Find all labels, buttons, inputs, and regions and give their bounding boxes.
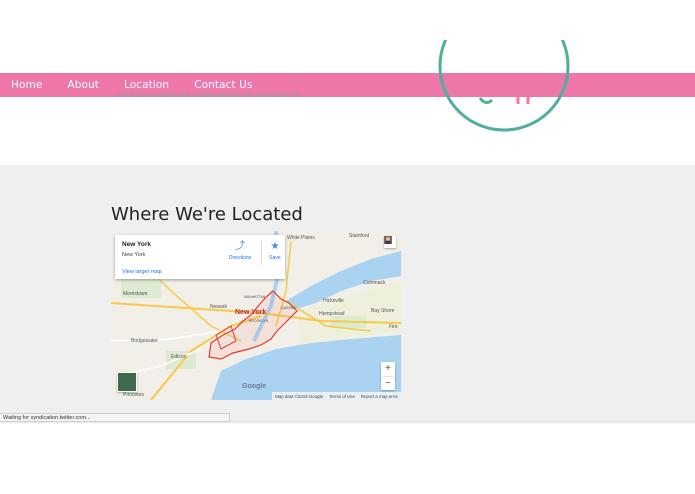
- map-label: Fire: [389, 324, 398, 330]
- fullscreen-button[interactable]: [384, 236, 396, 248]
- map-label: Bay Shore: [371, 308, 395, 314]
- map-label: MANHATTAN: [244, 295, 266, 299]
- star-icon: ★: [270, 241, 280, 252]
- section-title: Where We're Located: [111, 204, 303, 225]
- map-label: Hicksville: [323, 298, 344, 304]
- place-card: New York New York View larger map ⤴ Dire…: [115, 235, 285, 279]
- zoom-in-button[interactable]: +: [381, 362, 395, 376]
- street-view-button[interactable]: [117, 372, 137, 392]
- map-label: Princeton: [123, 392, 145, 398]
- save-button[interactable]: ★ Save: [265, 241, 285, 261]
- divider: [261, 241, 262, 265]
- report-map-error-link[interactable]: Report a map error: [361, 394, 398, 399]
- map-label: Bridgewater: [131, 338, 158, 344]
- directions-label: Directions: [228, 255, 252, 261]
- zoom-out-button[interactable]: −: [381, 377, 395, 391]
- map-label: White Plains: [287, 235, 315, 241]
- place-title: New York: [122, 241, 152, 248]
- map-label: New York: [235, 309, 267, 316]
- nav-home-link[interactable]: Home: [11, 79, 42, 91]
- embedded-map[interactable]: White Plains Stamford Morristown Newark …: [111, 231, 401, 400]
- brand-logo: [436, 40, 572, 134]
- directions-button[interactable]: ⤴ Directions: [225, 241, 255, 261]
- map-label: Stamford: [349, 233, 370, 239]
- map-data-credit: Map data ©2018 Google: [275, 393, 324, 399]
- map-label: Hempstead: [319, 311, 345, 317]
- google-logo: Google: [242, 383, 267, 390]
- avatar-icon: [384, 236, 392, 244]
- browser-status-bar: Waiting for syndication.twitter.com...: [0, 413, 230, 422]
- map-label: Edison: [171, 354, 187, 360]
- place-subtitle: New York: [122, 252, 146, 258]
- map-label: Morristown: [123, 291, 148, 297]
- directions-icon: ⤴: [235, 241, 245, 252]
- map-label: QUEENS: [281, 306, 296, 310]
- map-label: BROOKLYN: [249, 319, 269, 323]
- header-clipped-text: ...lorem ipsum tagline text clipped bene…: [111, 92, 306, 97]
- view-larger-map-link[interactable]: View larger map: [122, 269, 162, 275]
- map-label: Commack: [363, 280, 386, 286]
- save-label: Save: [269, 255, 281, 261]
- nav-contact-link[interactable]: Contact Us: [194, 79, 252, 91]
- nav-about-link[interactable]: About: [67, 79, 99, 91]
- nav-location-link[interactable]: Location: [124, 79, 169, 91]
- map-attribution: Map data ©2018 Google Terms of Use Repor…: [272, 392, 401, 400]
- zoom-control: + −: [381, 362, 395, 390]
- terms-of-use-link[interactable]: Terms of Use: [329, 394, 355, 399]
- map-label: Newark: [210, 304, 227, 310]
